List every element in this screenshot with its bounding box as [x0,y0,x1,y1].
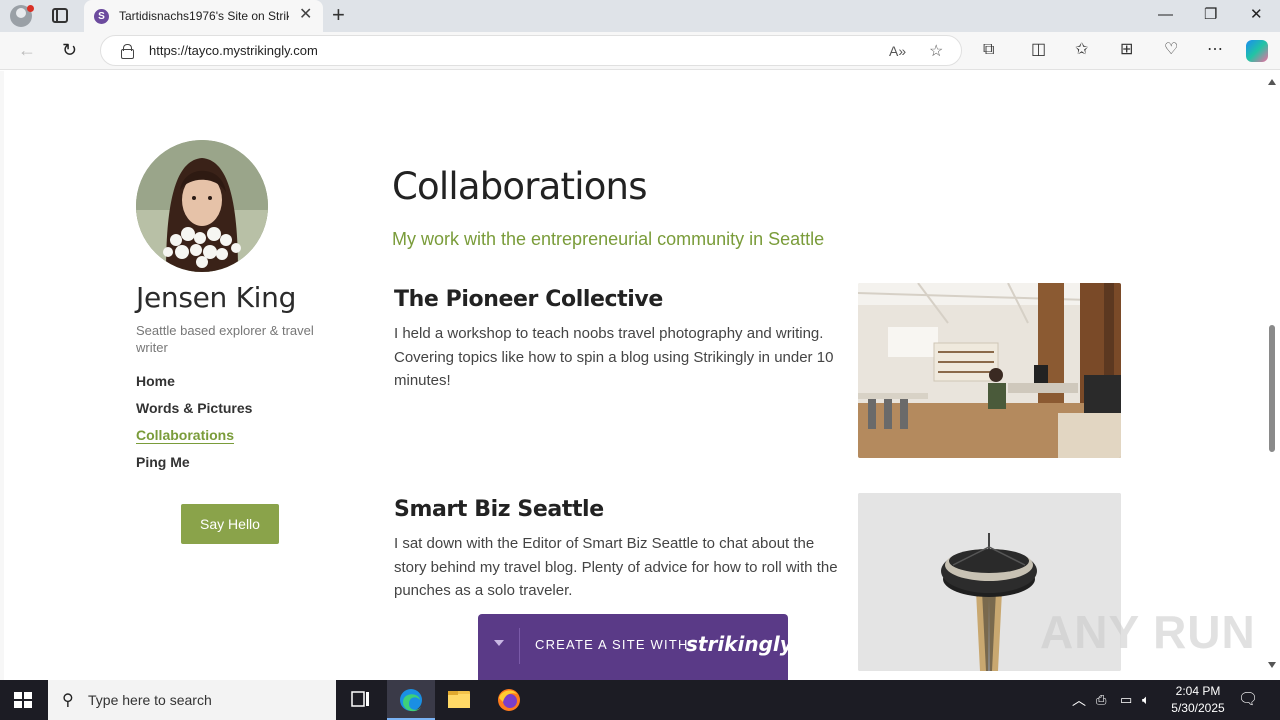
say-hello-button[interactable]: Say Hello [181,504,279,544]
scrollbar-thumb[interactable] [1269,325,1275,452]
taskbar-clock[interactable]: 2:04 PM 5/30/2025 [1166,683,1230,717]
lock-icon[interactable] [121,44,134,59]
close-window-icon[interactable]: ✕ [1250,6,1263,24]
close-tab-icon[interactable]: ✕ [299,7,312,23]
collapse-caret-icon[interactable] [494,640,504,646]
windows-start-icon[interactable] [14,692,32,708]
extensions-icon[interactable]: ⧉ [983,41,994,59]
network-icon[interactable]: ▭ [1120,692,1132,708]
search-icon: ⚲ [62,692,74,709]
tab-title: Tartidisnachs1976's Site on Strikingly [119,9,289,23]
anyrun-watermark: ANY RUN [1040,606,1256,658]
tray-chevron-icon[interactable]: ︿ [1072,690,1086,710]
taskbar-search-input[interactable]: ⚲ Type here to search [48,680,336,720]
firefox-icon[interactable] [485,680,533,720]
collections-icon[interactable]: ⊞ [1120,41,1133,59]
browser-tab-bar: S Tartidisnachs1976's Site on Strikingly… [0,0,1280,32]
page-viewport: Jensen King Seattle based explorer & tra… [0,71,1280,680]
scroll-down-icon[interactable] [1268,662,1276,668]
page-title: Collaborations [392,165,647,208]
notification-dot [27,5,34,12]
clock-time: 2:04 PM [1175,684,1221,698]
page-subtitle: My work with the entrepreneurial communi… [392,229,825,249]
strikingly-favicon-icon: S [94,9,109,24]
clock-date: 5/30/2025 [1171,701,1225,715]
profile-name: Jensen King [136,281,297,314]
browser-essentials-icon[interactable]: ♡ [1164,41,1178,59]
favorite-star-icon[interactable]: ☆ [929,41,943,61]
page-scrollbar[interactable] [1264,71,1280,680]
restore-icon[interactable]: ❐ [1204,6,1217,24]
notifications-icon[interactable]: 🗨︎ [1238,689,1258,709]
new-tab-icon[interactable]: + [332,3,345,27]
windows-taskbar: ⚲ Type here to search ︿ ⎙ ▭ 🔈︎ 2:04 PM 5… [0,680,1280,720]
browser-tab-active[interactable]: S Tartidisnachs1976's Site on Strikingly… [84,0,323,32]
search-placeholder: Type here to search [88,692,212,708]
tab-actions-icon[interactable] [52,8,68,23]
collab-title-2: Smart Biz Seattle [394,497,604,522]
minimize-icon[interactable]: — [1158,6,1173,24]
favorites-icon[interactable]: ✩ [1075,41,1088,59]
collab-photo-1 [858,283,1121,458]
tray-device-icon[interactable]: ⎙ [1096,692,1106,708]
copilot-icon[interactable] [1246,40,1268,62]
site-nav: Home Words & Pictures Collaborations Pin… [136,372,252,480]
nav-item-collaborations[interactable]: Collaborations [136,426,252,453]
url-text[interactable]: https://tayco.mystrikingly.com [149,43,318,58]
nav-item-words-pictures[interactable]: Words & Pictures [136,399,252,426]
edge-taskbar-icon[interactable] [387,680,435,720]
profile-tagline: Seattle based explorer & travel writer [136,323,314,355]
split-screen-icon[interactable]: ◫ [1031,41,1046,59]
collab-title-1: The Pioneer Collective [394,287,663,312]
file-explorer-icon[interactable] [435,680,483,720]
refresh-icon[interactable]: ↻ [62,40,77,60]
task-view-icon[interactable] [336,680,384,720]
profile-avatar [136,140,268,272]
address-bar[interactable]: https://tayco.mystrikingly.com A» ☆ [100,35,962,66]
back-icon[interactable]: ← [18,40,36,60]
banner-divider [519,628,520,664]
more-options-icon[interactable]: ⋯ [1207,41,1223,59]
collab-body-2: I sat down with the Editor of Smart Biz … [394,535,838,599]
scroll-up-icon[interactable] [1268,79,1276,85]
collab-body-1: I held a workshop to teach noobs travel … [394,325,834,389]
strikingly-logo: strikingly [686,632,793,656]
strikingly-banner[interactable]: CREATE A SITE WITH strikingly [478,614,793,680]
nav-item-ping-me[interactable]: Ping Me [136,453,252,480]
read-aloud-icon[interactable]: A» [889,43,906,59]
nav-item-home[interactable]: Home [136,372,252,399]
volume-icon[interactable]: 🔈︎ [1142,692,1150,708]
banner-cta-text: CREATE A SITE WITH [535,637,689,652]
